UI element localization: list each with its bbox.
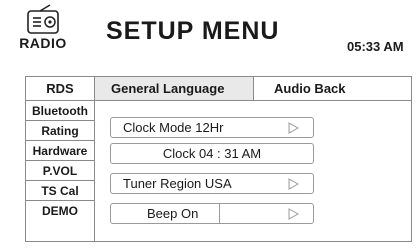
clock-mode-setting[interactable]: Clock Mode 12Hr <box>110 117 314 138</box>
radio-label: RADIO <box>19 35 67 51</box>
sidebar-item-label: DEMO <box>42 204 78 218</box>
play-arrow-icon[interactable] <box>288 122 299 134</box>
beep-label: Beep On <box>147 206 199 221</box>
sidebar-item-label: TS Cal <box>41 183 79 198</box>
radio-logo: RADIO <box>18 4 68 56</box>
sidebar-item-pvol[interactable]: P.VOL <box>26 161 94 181</box>
top-tab-bar: RDS General Language Audio Back <box>26 77 411 101</box>
sidebar-item-bluetooth[interactable]: Bluetooth <box>26 101 94 121</box>
settings-panel: RDS General Language Audio Back Bluetoot… <box>25 76 412 242</box>
beep-setting[interactable]: Beep On <box>110 203 314 224</box>
sidebar: Bluetooth Rating Hardware P.VOL TS Cal D… <box>26 101 95 241</box>
beep-divider <box>219 204 220 223</box>
sidebar-item-label: Hardware <box>32 143 88 158</box>
tab-rds-label: RDS <box>46 81 74 96</box>
sidebar-item-rating[interactable]: Rating <box>26 121 94 141</box>
page-title: SETUP MENU <box>106 17 280 45</box>
sidebar-item-label: P.VOL <box>42 163 78 178</box>
tab-general-language[interactable]: General Language <box>95 77 254 100</box>
tuner-region-setting[interactable]: Tuner Region USA <box>110 173 314 194</box>
sidebar-item-label: Rating <box>41 123 79 138</box>
tab-audio-back-label: Audio Back <box>274 81 346 96</box>
clock-setting[interactable]: Clock 04 : 31 AM <box>110 143 314 164</box>
clock-time: 05:33 AM <box>347 39 404 54</box>
tab-rds[interactable]: RDS <box>26 77 95 100</box>
tab-audio-back[interactable]: Audio Back <box>254 77 411 100</box>
sidebar-item-demo[interactable]: DEMO <box>26 201 94 221</box>
clock-mode-label: Clock Mode 12Hr <box>123 120 224 135</box>
play-arrow-icon[interactable] <box>288 208 299 220</box>
play-arrow-icon[interactable] <box>288 178 299 190</box>
tuner-region-label: Tuner Region USA <box>123 176 232 191</box>
clock-setting-label: Clock 04 : 31 AM <box>162 146 262 161</box>
sidebar-item-hardware[interactable]: Hardware <box>26 141 94 161</box>
tab-general-language-label: General Language <box>111 81 225 96</box>
sidebar-item-ts-cal[interactable]: TS Cal <box>26 181 94 201</box>
sidebar-item-label: Bluetooth <box>32 103 88 118</box>
radio-icon <box>27 4 59 34</box>
